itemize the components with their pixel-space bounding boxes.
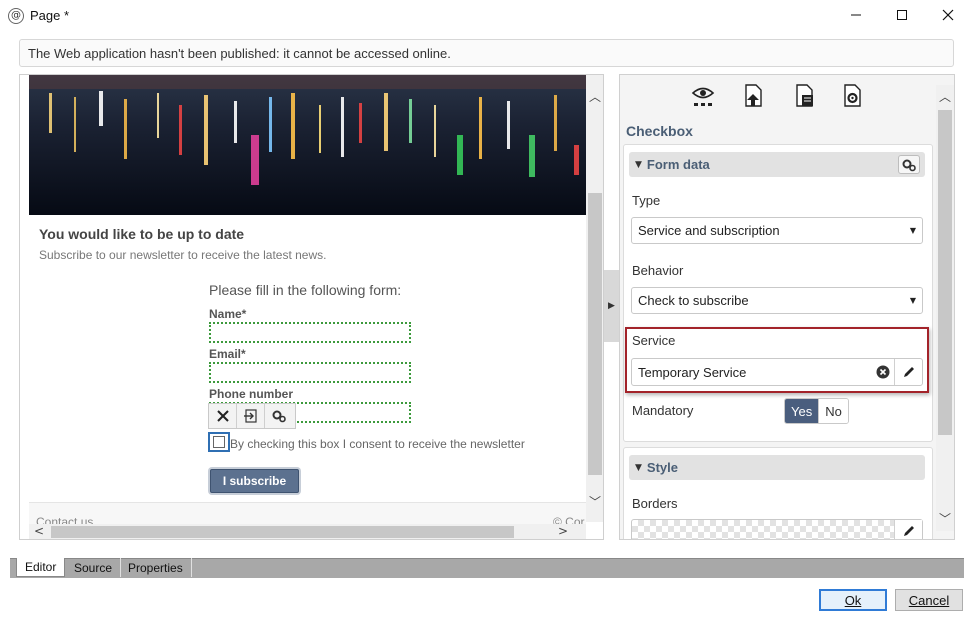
document-icon (796, 84, 813, 107)
settings-icon (272, 410, 286, 423)
document-button[interactable] (792, 83, 818, 109)
phone-label: Phone number (209, 387, 294, 401)
app-icon: @ (8, 8, 24, 24)
type-select-value: Service and subscription (638, 223, 780, 238)
panel-title: Checkbox (626, 123, 693, 139)
page-footer (29, 502, 586, 525)
scroll-up-icon[interactable]: ︿ (936, 88, 954, 105)
move-icon (243, 409, 257, 423)
scroll-up-icon[interactable]: ︿ (586, 88, 603, 104)
editor-horizontal-scroll-thumb[interactable] (51, 526, 514, 538)
element-settings-button[interactable] (265, 404, 293, 428)
preview-icon (691, 87, 715, 106)
collapse-caret-icon: ▼ (635, 462, 642, 473)
delete-element-button[interactable] (209, 404, 237, 428)
upload-page-icon (745, 84, 762, 107)
cancel-button[interactable]: Cancel (895, 589, 963, 611)
title-bar (0, 0, 973, 32)
hero-image (29, 75, 586, 215)
close-button[interactable] (925, 0, 971, 30)
scroll-down-icon[interactable]: ﹀ (936, 510, 954, 527)
mandatory-yes-option[interactable]: Yes (785, 399, 819, 423)
form-data-header[interactable]: ▼ Form data (629, 152, 925, 177)
ok-button-label: Ok (844, 592, 862, 608)
form-heading: Please fill in the following form: (209, 282, 402, 298)
upload-page-button[interactable] (741, 83, 767, 109)
service-highlight-frame (625, 327, 929, 393)
element-toolbar (208, 403, 296, 429)
properties-panel: Checkbox ▼ Form data Type Service and su… (619, 74, 955, 540)
editor-vertical-scroll-thumb[interactable] (588, 193, 602, 475)
minimize-button[interactable] (833, 0, 879, 30)
style-header-label: Style (646, 460, 678, 475)
close-icon (942, 9, 954, 21)
page-settings-icon (844, 84, 861, 107)
behavior-select-value: Check to subscribe (638, 293, 749, 308)
publish-warning-banner: The Web application hasn't been publishe… (19, 39, 954, 67)
subscribe-button[interactable]: I subscribe (210, 469, 299, 493)
panel-splitter-toggle[interactable]: ▶ (604, 270, 619, 342)
panel-vertical-scroll-thumb[interactable] (938, 110, 952, 435)
form-data-settings-button[interactable] (898, 155, 920, 174)
edit-borders-button[interactable] (894, 520, 922, 539)
move-element-button[interactable] (237, 404, 265, 428)
style-header[interactable]: ▼ Style (629, 455, 925, 480)
mandatory-label: Mandatory (632, 403, 694, 418)
dropdown-arrow-icon: ▼ (909, 226, 916, 235)
collapse-caret-icon: ▼ (635, 159, 642, 170)
page-settings-button[interactable] (840, 83, 866, 109)
checkbox-square (213, 436, 225, 448)
behavior-label: Behavior (632, 263, 684, 278)
scroll-down-icon[interactable]: ﹀ (586, 493, 603, 509)
settings-icon (902, 159, 916, 171)
dropdown-arrow-icon: ▼ (909, 296, 916, 305)
newsletter-subtitle: Subscribe to our newsletter to receive t… (39, 248, 327, 262)
page-editor-canvas[interactable]: You would like to be up to date Subscrib… (19, 74, 604, 540)
consent-label: By checking this box I consent to receiv… (230, 437, 525, 451)
tab-properties[interactable]: Properties (120, 558, 192, 577)
mandatory-no-option[interactable]: No (818, 399, 848, 423)
maximize-icon (897, 10, 907, 20)
borders-label: Borders (632, 496, 678, 511)
tab-editor[interactable]: Editor (16, 558, 66, 577)
consent-checkbox[interactable] (208, 432, 230, 452)
cancel-button-label: Cancel (908, 592, 950, 608)
ok-button[interactable]: Ok (819, 589, 887, 611)
borders-field[interactable] (631, 519, 923, 539)
type-select[interactable]: Service and subscription ▼ (631, 217, 923, 244)
preview-button[interactable] (690, 83, 716, 109)
mandatory-toggle: Yes No (784, 398, 849, 424)
email-input[interactable] (209, 362, 411, 383)
delete-icon (216, 410, 229, 422)
scroll-right-icon[interactable]: > (558, 524, 568, 538)
name-label: Name* (209, 307, 247, 321)
newsletter-title: You would like to be up to date (39, 226, 245, 242)
form-data-header-label: Form data (646, 157, 710, 172)
email-label: Email* (209, 347, 246, 361)
name-input[interactable] (209, 322, 411, 343)
minimize-icon (851, 14, 861, 16)
maximize-button[interactable] (879, 0, 925, 30)
window-title: Page * (30, 8, 70, 23)
pencil-icon (903, 526, 914, 536)
tab-source[interactable]: Source (66, 558, 122, 577)
type-label: Type (632, 193, 661, 208)
behavior-select[interactable]: Check to subscribe ▼ (631, 287, 923, 314)
scroll-left-icon[interactable]: < (34, 524, 44, 538)
